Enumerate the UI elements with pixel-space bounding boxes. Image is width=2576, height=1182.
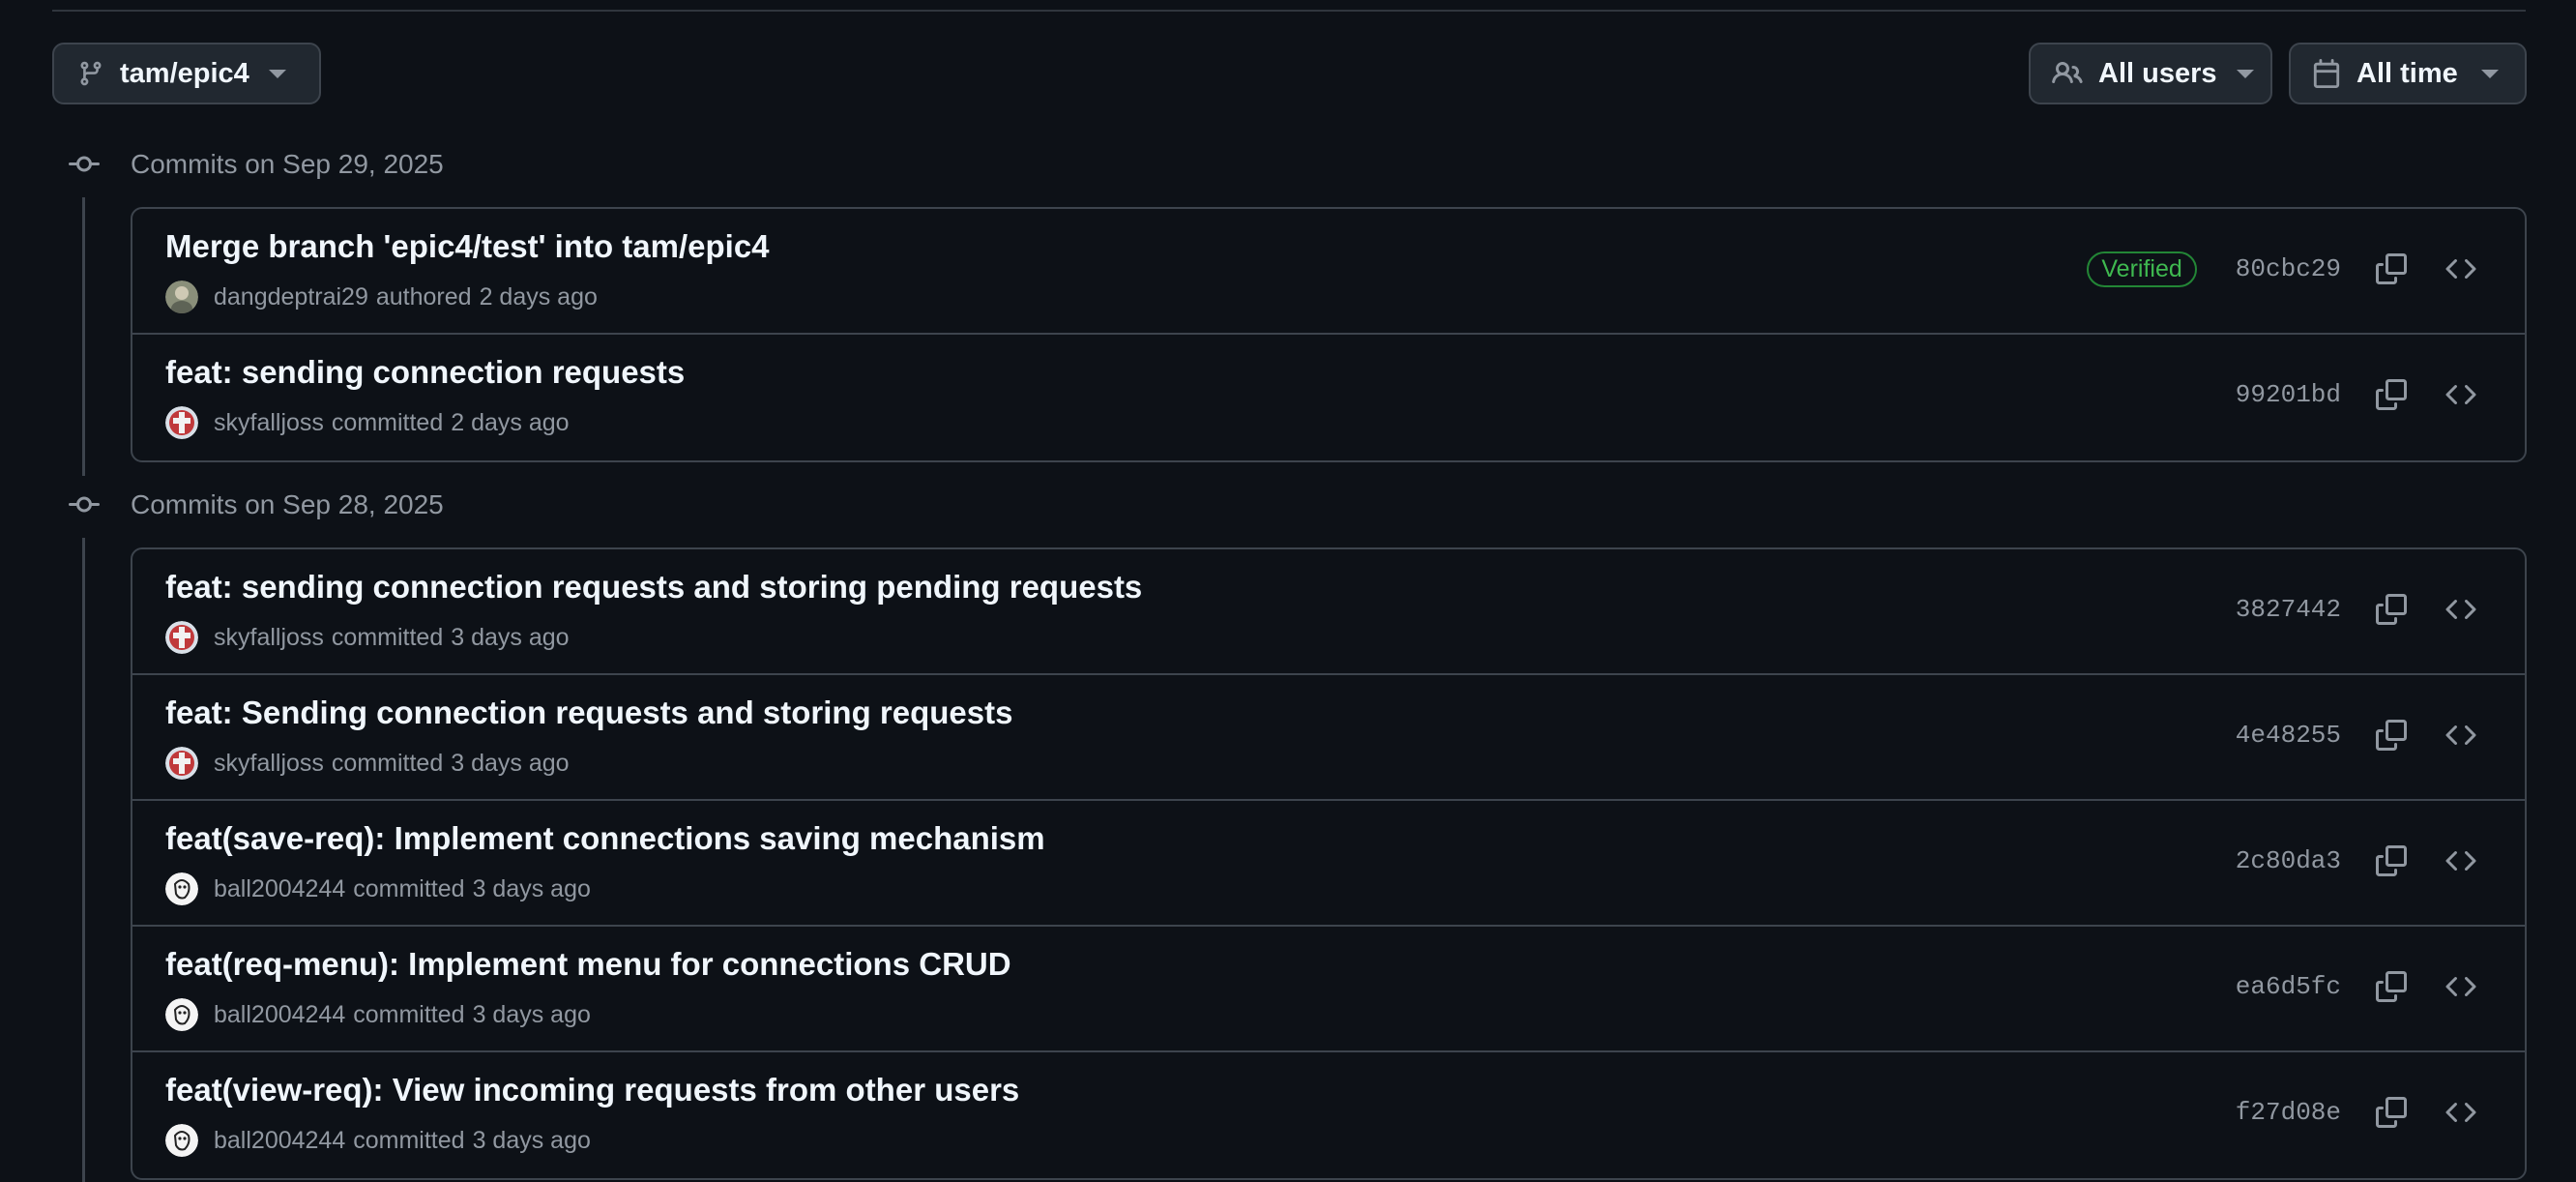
commit-group-header: Commits on Sep 29, 2025 <box>68 143 444 186</box>
commit-sha-link[interactable]: 99201bd <box>2236 380 2341 409</box>
calendar-icon <box>2312 58 2341 89</box>
users-filter-button[interactable]: All users <box>2029 43 2272 104</box>
commit-message-link[interactable]: feat: Sending connection requests and st… <box>165 694 1012 731</box>
commit-row: feat(view-req): View incoming requests f… <box>132 1052 2525 1178</box>
commits-page: tam/epic4 All users All time Commits on … <box>0 0 2576 1182</box>
commit-time: 2 days ago <box>479 282 598 310</box>
time-filter-label: All time <box>2356 57 2458 89</box>
timeline-line <box>82 197 85 476</box>
copy-icon[interactable] <box>2370 373 2413 416</box>
commit-message-link[interactable]: feat(view-req): View incoming requests f… <box>165 1072 1019 1108</box>
commit-meta: dangdeptrai29 authored 2 days ago <box>165 281 598 313</box>
commit-row: feat: sending connection requests and st… <box>132 549 2525 675</box>
commit-time: 3 days ago <box>472 874 591 902</box>
commit-row: Merge branch 'epic4/test' into tam/epic4… <box>132 209 2525 335</box>
chevron-down-icon <box>2236 69 2254 78</box>
commit-meta: ball2004244 committed 3 days ago <box>165 1124 591 1157</box>
commit-action: committed <box>331 408 444 436</box>
commit-group-header: Commits on Sep 28, 2025 <box>68 484 444 526</box>
commit-author-link[interactable]: ball2004244 <box>214 875 345 903</box>
commit-list: feat: sending connection requests and st… <box>131 547 2527 1180</box>
commit-sha-link[interactable]: 3827442 <box>2236 595 2341 624</box>
commit-message-link[interactable]: feat(save-req): Implement connections sa… <box>165 820 1045 857</box>
commit-row: feat(req-menu): Implement menu for conne… <box>132 927 2525 1052</box>
git-commit-icon <box>68 149 101 180</box>
commit-row: feat: Sending connection requests and st… <box>132 675 2525 801</box>
red-avatar[interactable] <box>165 406 198 439</box>
copy-icon[interactable] <box>2370 840 2413 882</box>
photo-avatar[interactable] <box>165 281 198 313</box>
time-filter-button[interactable]: All time <box>2289 43 2527 104</box>
commit-time: 3 days ago <box>472 1126 591 1154</box>
copy-icon[interactable] <box>2370 714 2413 756</box>
commit-author-link[interactable]: ball2004244 <box>214 1001 345 1029</box>
commit-time: 2 days ago <box>451 408 570 436</box>
commit-message-link[interactable]: feat(req-menu): Implement menu for conne… <box>165 946 1011 983</box>
code-icon[interactable] <box>2440 965 2482 1008</box>
commit-action: committed <box>353 874 465 902</box>
commit-message-link[interactable]: Merge branch 'epic4/test' into tam/epic4 <box>165 228 770 265</box>
commit-meta: skyfalljoss committed 2 days ago <box>165 406 570 439</box>
commit-list: Merge branch 'epic4/test' into tam/epic4… <box>131 207 2527 462</box>
commit-sha-link[interactable]: 80cbc29 <box>2236 254 2341 283</box>
commit-meta: skyfalljoss committed 3 days ago <box>165 747 570 780</box>
commit-author-link[interactable]: skyfalljoss <box>214 750 324 778</box>
commit-message-link[interactable]: feat: sending connection requests <box>165 354 685 391</box>
commit-sha-link[interactable]: ea6d5fc <box>2236 972 2341 1001</box>
commit-action: committed <box>353 1000 465 1028</box>
commit-row: feat(save-req): Implement connections sa… <box>132 801 2525 927</box>
people-icon <box>2052 58 2083 89</box>
commit-group-title: Commits on Sep 28, 2025 <box>131 489 444 519</box>
sketch-avatar[interactable] <box>165 998 198 1031</box>
commit-meta: skyfalljoss committed 3 days ago <box>165 621 570 654</box>
commit-time: 3 days ago <box>451 623 570 651</box>
commit-sha-link[interactable]: f27d08e <box>2236 1098 2341 1127</box>
copy-icon[interactable] <box>2370 965 2413 1008</box>
users-filter-label: All users <box>2098 57 2217 89</box>
top-divider <box>52 10 2526 12</box>
commit-group-title: Commits on Sep 29, 2025 <box>131 149 444 179</box>
commit-author-link[interactable]: skyfalljoss <box>214 624 324 652</box>
commit-sha-link[interactable]: 2c80da3 <box>2236 846 2341 875</box>
commit-action: authored <box>375 282 472 310</box>
red-avatar[interactable] <box>165 621 198 654</box>
timeline-line <box>82 538 85 1182</box>
verified-badge[interactable]: Verified <box>2087 251 2197 287</box>
commit-action: committed <box>353 1126 465 1154</box>
commit-time: 3 days ago <box>472 1000 591 1028</box>
branch-selector-button[interactable]: tam/epic4 <box>52 43 321 104</box>
commit-sha-link[interactable]: 4e48255 <box>2236 721 2341 750</box>
copy-icon[interactable] <box>2370 1091 2413 1134</box>
commit-author-link[interactable]: skyfalljoss <box>214 409 324 437</box>
commit-action: committed <box>331 623 444 651</box>
chevron-down-icon <box>268 69 286 78</box>
commit-action: committed <box>331 749 444 777</box>
commit-time: 3 days ago <box>451 749 570 777</box>
code-icon[interactable] <box>2440 373 2482 416</box>
commit-author-link[interactable]: ball2004244 <box>214 1127 345 1155</box>
code-icon[interactable] <box>2440 588 2482 631</box>
copy-icon[interactable] <box>2370 588 2413 631</box>
commit-meta: ball2004244 committed 3 days ago <box>165 998 591 1031</box>
branch-selector-label: tam/epic4 <box>120 57 249 89</box>
code-icon[interactable] <box>2440 1091 2482 1134</box>
commit-author-link[interactable]: dangdeptrai29 <box>214 283 368 311</box>
code-icon[interactable] <box>2440 248 2482 290</box>
code-icon[interactable] <box>2440 840 2482 882</box>
sketch-avatar[interactable] <box>165 872 198 905</box>
red-avatar[interactable] <box>165 747 198 780</box>
git-branch-icon <box>77 58 104 89</box>
chevron-down-icon <box>2480 69 2499 78</box>
code-icon[interactable] <box>2440 714 2482 756</box>
commit-row: feat: sending connection requests skyfal… <box>132 335 2525 460</box>
copy-icon[interactable] <box>2370 248 2413 290</box>
commit-message-link[interactable]: feat: sending connection requests and st… <box>165 569 1142 606</box>
sketch-avatar[interactable] <box>165 1124 198 1157</box>
commit-meta: ball2004244 committed 3 days ago <box>165 872 591 905</box>
git-commit-icon <box>68 489 101 520</box>
